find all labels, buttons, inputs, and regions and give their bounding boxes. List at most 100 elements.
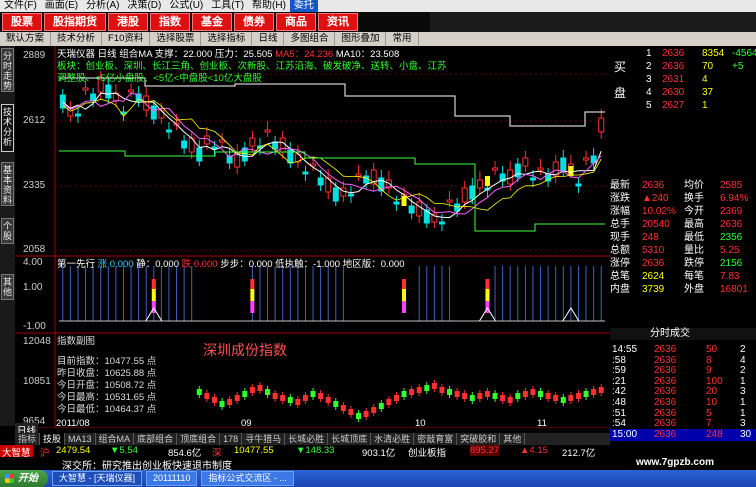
index-panel-label: 指数副图 (57, 336, 96, 347)
tab-intraday[interactable]: 分时走势 (1, 48, 14, 92)
quote-stat-row: 涨停 2636 跌停 2156 (610, 258, 756, 270)
toolbar-common[interactable]: 常用 (386, 32, 419, 46)
sh-value: 2479.54 (56, 445, 91, 456)
stat-label: 涨跌 (610, 193, 630, 204)
menu-formula[interactable]: 公式(U) (165, 0, 207, 12)
toolbar-tech-analysis[interactable]: 技术分析 (51, 32, 103, 46)
category-news[interactable]: 资讯 (318, 13, 358, 31)
bottom-tab[interactable]: 178 (220, 433, 243, 445)
toolbar-daily[interactable]: 日线 (252, 32, 285, 46)
menu-help[interactable]: 帮助(H) (248, 0, 290, 12)
signal-candle (484, 176, 490, 186)
index-stat-label: 今日开盘： (57, 380, 105, 391)
toolbar-scheme[interactable]: 默认方案 (0, 32, 52, 46)
index-candle-body (560, 397, 566, 403)
bottom-tab[interactable]: 突破胶和 (457, 433, 501, 445)
index-candle-body (469, 395, 475, 401)
bottom-tab[interactable]: 水清必胜 (371, 433, 415, 445)
candle-body (438, 221, 445, 225)
bottom-tab[interactable]: 技股 (40, 433, 66, 445)
ma20-line (62, 98, 602, 211)
stat-label: 最高 (684, 219, 704, 230)
candle-body (416, 201, 423, 217)
menu-file[interactable]: 文件(F) (0, 0, 41, 12)
index-candle-body (348, 409, 354, 415)
toolbar: 默认方案 技术分析 F10资料 选择股票 选择指标 日线 多图组合 图形叠加 常… (0, 32, 756, 46)
category-stock[interactable]: 股票 (2, 13, 42, 31)
index-candle-body (447, 389, 453, 395)
bottom-tab[interactable]: 密敲育富 (414, 433, 458, 445)
menu-edit[interactable]: 画面(E) (41, 0, 82, 12)
toolbar-select-stock[interactable]: 选择股票 (150, 32, 202, 46)
book-volume: 1 (702, 100, 708, 111)
candle-body (332, 187, 339, 202)
index-candle-body (219, 401, 225, 407)
bottom-tab[interactable]: 寻牛猎马 (242, 433, 286, 445)
candle-body (476, 179, 483, 189)
menu-trade[interactable]: 委托 (289, 0, 318, 12)
quote-stat-row: 总手 20540 最高 2636 (610, 219, 756, 231)
osc-tick: -1.00 (23, 321, 46, 332)
index-candle-body (211, 397, 217, 403)
tab-fundamentals[interactable]: 基本资料 (1, 162, 14, 206)
tick-count: 30 (740, 428, 752, 440)
osc-spike (485, 279, 490, 289)
index-candle-body (515, 393, 521, 399)
category-index-futures[interactable]: 股指期货 (44, 13, 106, 31)
toolbar-overlay[interactable]: 图形叠加 (335, 32, 387, 46)
tab-stock[interactable]: 个股 (1, 218, 14, 244)
bottom-tab[interactable]: 长城顶底 (328, 433, 372, 445)
index-candle-body (386, 399, 392, 405)
category-fund[interactable]: 基金 (192, 13, 232, 31)
candle-body (279, 137, 286, 153)
bottom-tab[interactable]: 顶底组合 (177, 433, 221, 445)
category-commodity[interactable]: 商品 (276, 13, 316, 31)
bottom-tab[interactable]: MA13 (65, 433, 96, 445)
index-candle-body (325, 397, 331, 403)
bottom-tab[interactable]: 指标 (15, 433, 41, 445)
bottom-tab[interactable]: 其他 (500, 433, 526, 445)
start-button[interactable]: 开始 (0, 470, 48, 487)
index-candle-body (204, 393, 210, 399)
menu-decision[interactable]: 决策(D) (123, 0, 165, 12)
candle-body (302, 171, 309, 175)
index-stat-label: 目前指数： (57, 356, 105, 367)
index-candle-body (530, 389, 536, 395)
taskbar-item[interactable]: 20111110 (146, 471, 198, 486)
category-hk[interactable]: 港股 (108, 13, 148, 31)
stat-label: 内盘 (610, 284, 630, 295)
taskbar-item[interactable]: 指标公式交流区 - ... (201, 471, 294, 486)
bottom-tab[interactable]: 组合MA (96, 433, 135, 445)
candle-body (408, 205, 415, 214)
tab-technical[interactable]: 技术分析 (1, 104, 14, 152)
menu-tools[interactable]: 工具(T) (207, 0, 248, 12)
candle-body (90, 93, 97, 102)
category-index[interactable]: 指数 (150, 13, 190, 31)
start-label: 开始 (18, 473, 38, 484)
index-candle-body (227, 399, 233, 405)
date-label: 2011/08 (56, 418, 90, 429)
book-level: 1 (646, 48, 652, 59)
index-stat-value: 10531.65 (104, 392, 145, 403)
tab-other[interactable]: 其他 (1, 274, 14, 300)
taskbar-item[interactable]: 大智慧 - [天瑞仪器] (52, 471, 142, 486)
bottom-tab[interactable]: 长城必胜 (285, 433, 329, 445)
stat-value: 5.25 (720, 245, 740, 256)
candle-body (492, 167, 499, 171)
stat-label: 均价 (684, 180, 704, 191)
candle-body (128, 89, 135, 93)
toolbar-multi-chart[interactable]: 多图组合 (284, 32, 336, 46)
toolbar-f10[interactable]: F10资料 (102, 32, 151, 46)
toolbar-select-indicator[interactable]: 选择指标 (201, 32, 253, 46)
bottom-tab[interactable]: 底部组合 (134, 433, 178, 445)
stat-value: 20540 (642, 219, 670, 230)
index-stat-label: 昨日收盘： (57, 368, 105, 379)
stat-label: 总手 (610, 219, 630, 230)
osc-tick: 1.00 (23, 282, 43, 293)
index-candle-body (310, 391, 316, 397)
osc-spike (402, 289, 407, 301)
menu-analysis[interactable]: 分析(A) (82, 0, 123, 12)
chart-area[interactable]: 天瑞仪器 日线 组合MA 支撑：22.000 压力：25.505 MA5：24.… (15, 46, 610, 437)
category-bond[interactable]: 债券 (234, 13, 274, 31)
left-tabs: 分时走势 技术分析 基本资料 个股 其他 (0, 46, 15, 426)
